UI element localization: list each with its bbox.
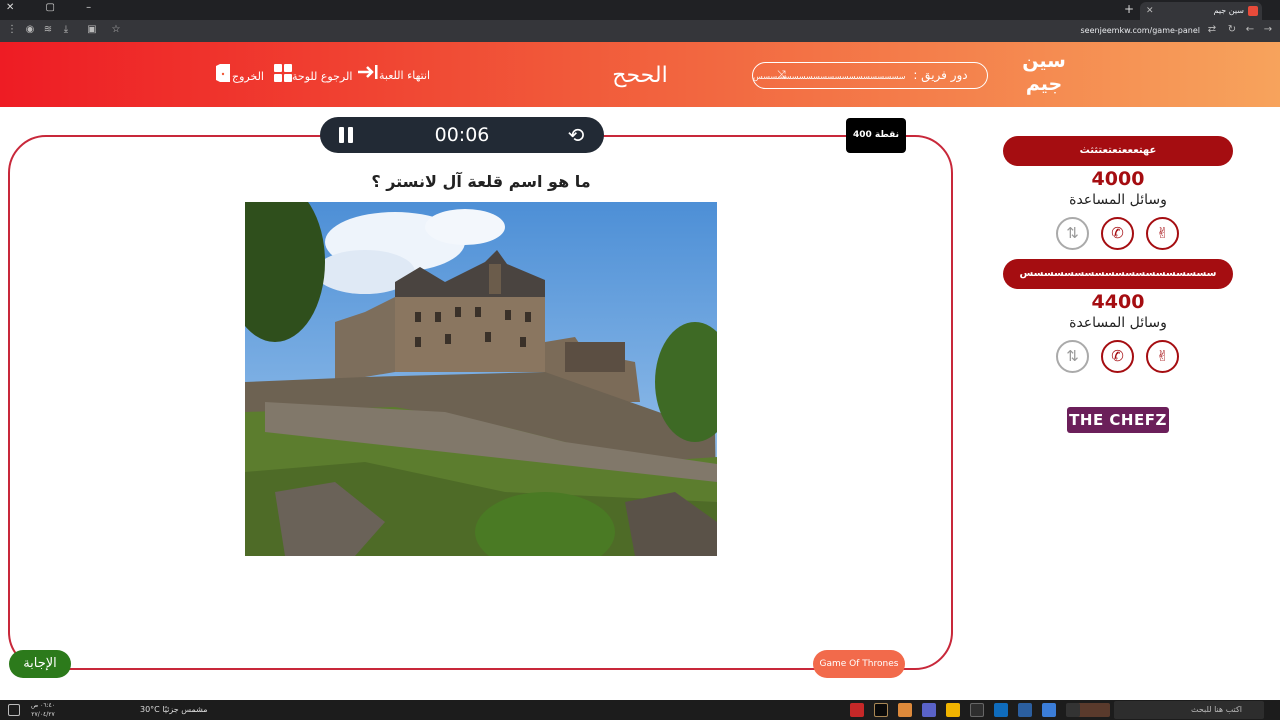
close-tab-icon[interactable]: ✕: [1146, 2, 1154, 20]
profile-icon[interactable]: ◉: [24, 24, 36, 36]
back-to-board-label: الرجوع للوحة: [292, 70, 353, 83]
pause-icon[interactable]: [336, 125, 356, 145]
app-icon-6[interactable]: [850, 703, 864, 717]
timer-display: 00:06: [434, 124, 490, 146]
app-icon-5[interactable]: [874, 703, 888, 717]
notification-icon[interactable]: [8, 704, 20, 716]
taskbar-date: ٢٧/٠٤/٢٧: [31, 711, 55, 718]
end-game-label: انتهاء اللعبة: [379, 69, 431, 82]
task-view-icon[interactable]: [1066, 703, 1080, 717]
points-badge: 400 نقطة: [846, 118, 906, 153]
team-2-score: 4400: [1091, 291, 1145, 313]
team-2-name: سسسسسسسسسسسسسسسسسسس: [1003, 259, 1233, 289]
sponsor-logo[interactable]: THE CHEFZ: [1067, 407, 1169, 433]
category-title: الححح: [612, 63, 668, 88]
turn-team-name: سسسسسسسسسسسسسسسسسسسسس: [753, 72, 906, 81]
tab-favicon-icon: [1248, 6, 1258, 16]
app-icon-1[interactable]: [1018, 703, 1032, 717]
team-1-score: 4000: [1091, 168, 1145, 190]
answer-button[interactable]: الإجابة: [9, 650, 71, 678]
end-game-button[interactable]: انتهاء اللعبة: [353, 64, 430, 86]
address-bar[interactable]: seenjeemkw.com/game-panel: [1081, 24, 1200, 38]
bookmark-star-icon[interactable]: ☆: [110, 24, 122, 36]
turn-label: دور فريق :: [913, 68, 968, 82]
team-turn-indicator[interactable]: دور فريق : سسسسسسسسسسسسسسسسسسسسس ⤨: [752, 62, 988, 89]
window-controls[interactable]: ✕ ▢ –: [6, 2, 105, 13]
exit-label: الخروج: [232, 70, 264, 83]
team-1-name: عهتعععتعتعتثثث: [1003, 136, 1233, 166]
category-tag: Game Of Thrones: [813, 650, 905, 678]
menu-dots-icon[interactable]: ⋮: [6, 24, 18, 36]
taskbar-clock[interactable]: ٠٦:٤٠ ص ٢٧/٠٤/٢٧: [28, 701, 58, 719]
reset-timer-icon[interactable]: ⟲: [564, 123, 588, 147]
app-icon-3[interactable]: [970, 703, 984, 717]
extension-icon[interactable]: ≋: [42, 24, 54, 36]
question-text: ما هو اسم قلعة آل لانستر ؟: [371, 172, 591, 191]
shuffle-icon[interactable]: ⤨: [777, 63, 786, 87]
browser-tab[interactable]: ✕ سين جيم: [1140, 2, 1262, 20]
reload-icon[interactable]: ↻: [1226, 24, 1238, 36]
team-2-hole-icon[interactable]: ⇅: [1056, 340, 1089, 373]
forward-icon[interactable]: →: [1262, 24, 1274, 36]
download-icon[interactable]: ⤓: [60, 24, 72, 36]
taskbar-time: ٠٦:٤٠ ص: [30, 702, 56, 709]
back-icon[interactable]: ←: [1244, 24, 1256, 36]
team-2-aids-label: وسائل المساعدة: [1069, 315, 1167, 331]
team-1-call-icon[interactable]: ✆: [1101, 217, 1134, 250]
sidebar-icon[interactable]: ▣: [86, 24, 98, 36]
team-2-double-icon[interactable]: ✌: [1146, 340, 1179, 373]
browser-toolbar: ⋮ ◉ ≋ ⤓ ▣ ☆ seenjeemkw.com/game-panel ⇄ …: [0, 20, 1280, 42]
edge-icon[interactable]: [994, 703, 1008, 717]
team-1-double-icon[interactable]: ✌: [1146, 217, 1179, 250]
team-1-hole-icon[interactable]: ⇅: [1056, 217, 1089, 250]
game-header: سين جيم دور فريق : سسسسسسسسسسسسسسسسسسسسس …: [0, 42, 1280, 107]
app-icon-2[interactable]: [1042, 703, 1056, 717]
windows-taskbar: اكتب هنا للبحث 30°C مشمس جزئيًا ٠٦:٤٠ ص …: [0, 700, 1280, 720]
board-grid-icon: [274, 64, 292, 90]
browser-tab-title: سين جيم: [1213, 6, 1244, 15]
question-image: [245, 202, 717, 556]
new-tab-button[interactable]: +: [1124, 2, 1134, 16]
timer-bar: 00:06 ⟲: [320, 117, 604, 153]
end-game-icon: [357, 64, 379, 88]
app-icon-4[interactable]: [922, 703, 936, 717]
team-2-call-icon[interactable]: ✆: [1101, 340, 1134, 373]
team-1-aids-label: وسائل المساعدة: [1069, 192, 1167, 208]
back-to-board-button[interactable]: الرجوع للوحة: [270, 64, 352, 86]
exit-button[interactable]: الخروج: [212, 64, 264, 86]
taskbar-weather[interactable]: 30°C مشمس جزئيًا: [140, 700, 208, 720]
chrome-icon[interactable]: [898, 703, 912, 717]
exit-door-icon: [216, 64, 232, 90]
browser-tab-strip: ✕ ▢ – + ✕ سين جيم: [0, 0, 1280, 20]
file-explorer-icon[interactable]: [946, 703, 960, 717]
site-settings-icon[interactable]: ⇄: [1206, 24, 1218, 36]
taskbar-search-input[interactable]: اكتب هنا للبحث: [1114, 701, 1264, 719]
site-logo[interactable]: سين جيم: [1020, 50, 1068, 100]
